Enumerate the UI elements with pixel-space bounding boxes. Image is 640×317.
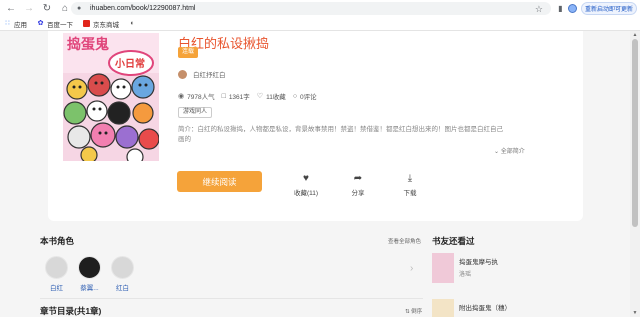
forward-arrow-icon[interactable]: → xyxy=(22,2,36,16)
scrollbar-thumb[interactable] xyxy=(632,39,638,227)
stat-words-text: 1361字 xyxy=(228,94,250,101)
eye-icon: ◉ xyxy=(178,93,185,100)
sort-icon: ⇅ xyxy=(405,309,410,315)
page-content: 捣蛋鬼 小日常 白红的私设揪捣 连载 白红抒红白 ◉ 7978人气 □ 1361… xyxy=(0,31,630,317)
chevron-down-icon: ⌄ xyxy=(494,149,500,155)
recommend-cover[interactable] xyxy=(432,253,454,283)
bookmark-jd[interactable]: 京东商城 xyxy=(83,19,119,29)
bookmark-label: 京东商城 xyxy=(93,21,119,29)
character-name: 白红 xyxy=(50,285,63,292)
book-info-card: 捣蛋鬼 小日常 白红的私设揪捣 连载 白红抒红白 ◉ 7978人气 □ 1361… xyxy=(48,31,583,221)
stat-comments: ○ 0评论 xyxy=(292,91,317,102)
recommend-item[interactable]: 附出捣蛋鬼（穗） xyxy=(432,299,511,317)
expand-intro-link[interactable]: ⌄ 全部简介 xyxy=(494,146,525,155)
document-icon: □ xyxy=(221,92,226,100)
character-avatar xyxy=(78,256,101,279)
sort-order-link[interactable]: ⇅ 倒序 xyxy=(405,307,422,315)
stat-views-text: 7978人气 xyxy=(187,94,215,101)
page-scrollbar[interactable]: ▲ ▼ xyxy=(630,31,640,317)
character-avatar xyxy=(111,256,134,279)
back-arrow-icon[interactable]: ← xyxy=(4,2,18,16)
stat-favorites: ♡ 11收藏 xyxy=(257,91,286,101)
recommend-name[interactable]: 附出捣蛋鬼（穗） xyxy=(459,302,511,312)
share-label: 分享 xyxy=(351,190,365,197)
recommend-name[interactable]: 捣蛋鬼摩与执 xyxy=(459,256,498,266)
bookmarks-bar: ∷ 应用 ✿ 百度一下 京东商城 ◐ xyxy=(0,17,640,31)
recommend-item[interactable]: 捣蛋鬼摩与执 洛瑶 xyxy=(432,253,498,283)
book-intro: 简介：白红的私设揪捣，人物都是私设，背景故事禁用！禁盗！禁借鉴！都是红白想出来的… xyxy=(178,126,503,143)
globe-icon: ◐ xyxy=(130,20,135,27)
sort-label: 倒序 xyxy=(411,309,423,315)
scroll-down-icon[interactable]: ▼ xyxy=(632,310,638,316)
bookmark-star-icon[interactable]: ☆ xyxy=(535,4,543,15)
download-icon: ⤓ xyxy=(407,173,413,184)
browser-toolbar: ← → ↻ ⌂ ● ihuaben.com/book/12290087.html… xyxy=(0,0,640,17)
stat-views: ◉ 7978人气 xyxy=(178,91,215,101)
download-label: 下载 xyxy=(403,190,417,197)
url-text[interactable]: ihuaben.com/book/12290087.html xyxy=(90,5,195,12)
share-button[interactable]: ➦ 分享 xyxy=(338,173,378,197)
character-item[interactable]: 白红 xyxy=(40,256,73,292)
collect-button[interactable]: ♥ 收藏(11) xyxy=(286,173,326,197)
bookmark-label: 应用 xyxy=(14,21,27,29)
character-list: 白红 蔡翼... 红白 xyxy=(40,256,139,292)
author-name[interactable]: 白红抒红白 xyxy=(193,69,226,79)
extensions-icon[interactable]: ▮ xyxy=(555,3,566,14)
bookmark-globe[interactable]: ◐ xyxy=(129,20,139,27)
stat-words: □ 1361字 xyxy=(221,91,250,102)
lock-icon[interactable]: ● xyxy=(77,5,84,12)
cover-art-text: 小日常 xyxy=(114,57,145,70)
character-avatar xyxy=(45,256,68,279)
heart-filled-icon: ♥ xyxy=(303,173,309,184)
stat-favorites-text: 11收藏 xyxy=(266,94,286,101)
book-stats: ◉ 7978人气 □ 1361字 ♡ 11收藏 ○ 0评论 xyxy=(178,91,324,102)
bookmark-baidu[interactable]: ✿ 百度一下 xyxy=(37,19,73,29)
character-item[interactable]: 蔡翼... xyxy=(73,256,106,292)
character-item[interactable]: 红白 xyxy=(106,256,139,292)
chapters-section-title: 章节目录(共1章) xyxy=(40,306,102,316)
apps-grid-icon: ∷ xyxy=(5,20,10,27)
recommend-cover[interactable] xyxy=(432,299,454,317)
character-name: 蔡翼... xyxy=(80,285,99,292)
book-cover[interactable]: 捣蛋鬼 小日常 xyxy=(63,33,159,161)
chevron-right-icon[interactable]: › xyxy=(410,263,413,274)
view-all-characters-link[interactable]: 查看全部角色 xyxy=(388,237,421,245)
address-bar[interactable]: ● ihuaben.com/book/12290087.html ☆ xyxy=(71,2,551,15)
stat-comments-text: 0评论 xyxy=(300,94,317,101)
status-badge: 连载 xyxy=(178,47,199,58)
continue-reading-button[interactable]: 继续阅读 xyxy=(177,171,262,192)
share-icon: ➦ xyxy=(353,173,363,184)
baidu-icon: ✿ xyxy=(37,20,44,27)
expand-intro-label: 全部简介 xyxy=(500,149,525,155)
download-button[interactable]: ⤓ 下载 xyxy=(390,173,430,197)
scroll-up-icon[interactable]: ▲ xyxy=(632,32,638,38)
genre-tag[interactable]: 游戏同人 xyxy=(178,107,213,118)
jd-icon xyxy=(83,20,90,27)
recommend-author: 洛瑶 xyxy=(459,272,472,278)
update-button[interactable]: 重新启动即可更新 xyxy=(581,2,637,15)
svg-text:捣蛋鬼: 捣蛋鬼 xyxy=(67,36,109,53)
comment-icon: ○ xyxy=(292,92,298,100)
recommend-section-title: 书友还看过 xyxy=(432,236,475,246)
collect-label: 收藏(11) xyxy=(293,190,319,197)
cover-illustration: 捣蛋鬼 小日常 xyxy=(63,33,159,161)
author-info[interactable]: 白红抒红白 xyxy=(178,69,226,79)
bookmark-label: 百度一下 xyxy=(47,21,73,29)
character-name: 红白 xyxy=(116,285,129,292)
heart-icon: ♡ xyxy=(256,93,264,100)
author-avatar[interactable] xyxy=(178,69,187,79)
home-icon[interactable]: ⌂ xyxy=(58,2,72,16)
section-divider xyxy=(40,298,423,299)
characters-section-title: 本书角色 xyxy=(40,236,75,246)
reload-icon[interactable]: ↻ xyxy=(40,2,54,16)
bookmark-apps[interactable]: ∷ 应用 xyxy=(4,19,27,29)
profile-avatar-icon[interactable] xyxy=(568,4,577,13)
